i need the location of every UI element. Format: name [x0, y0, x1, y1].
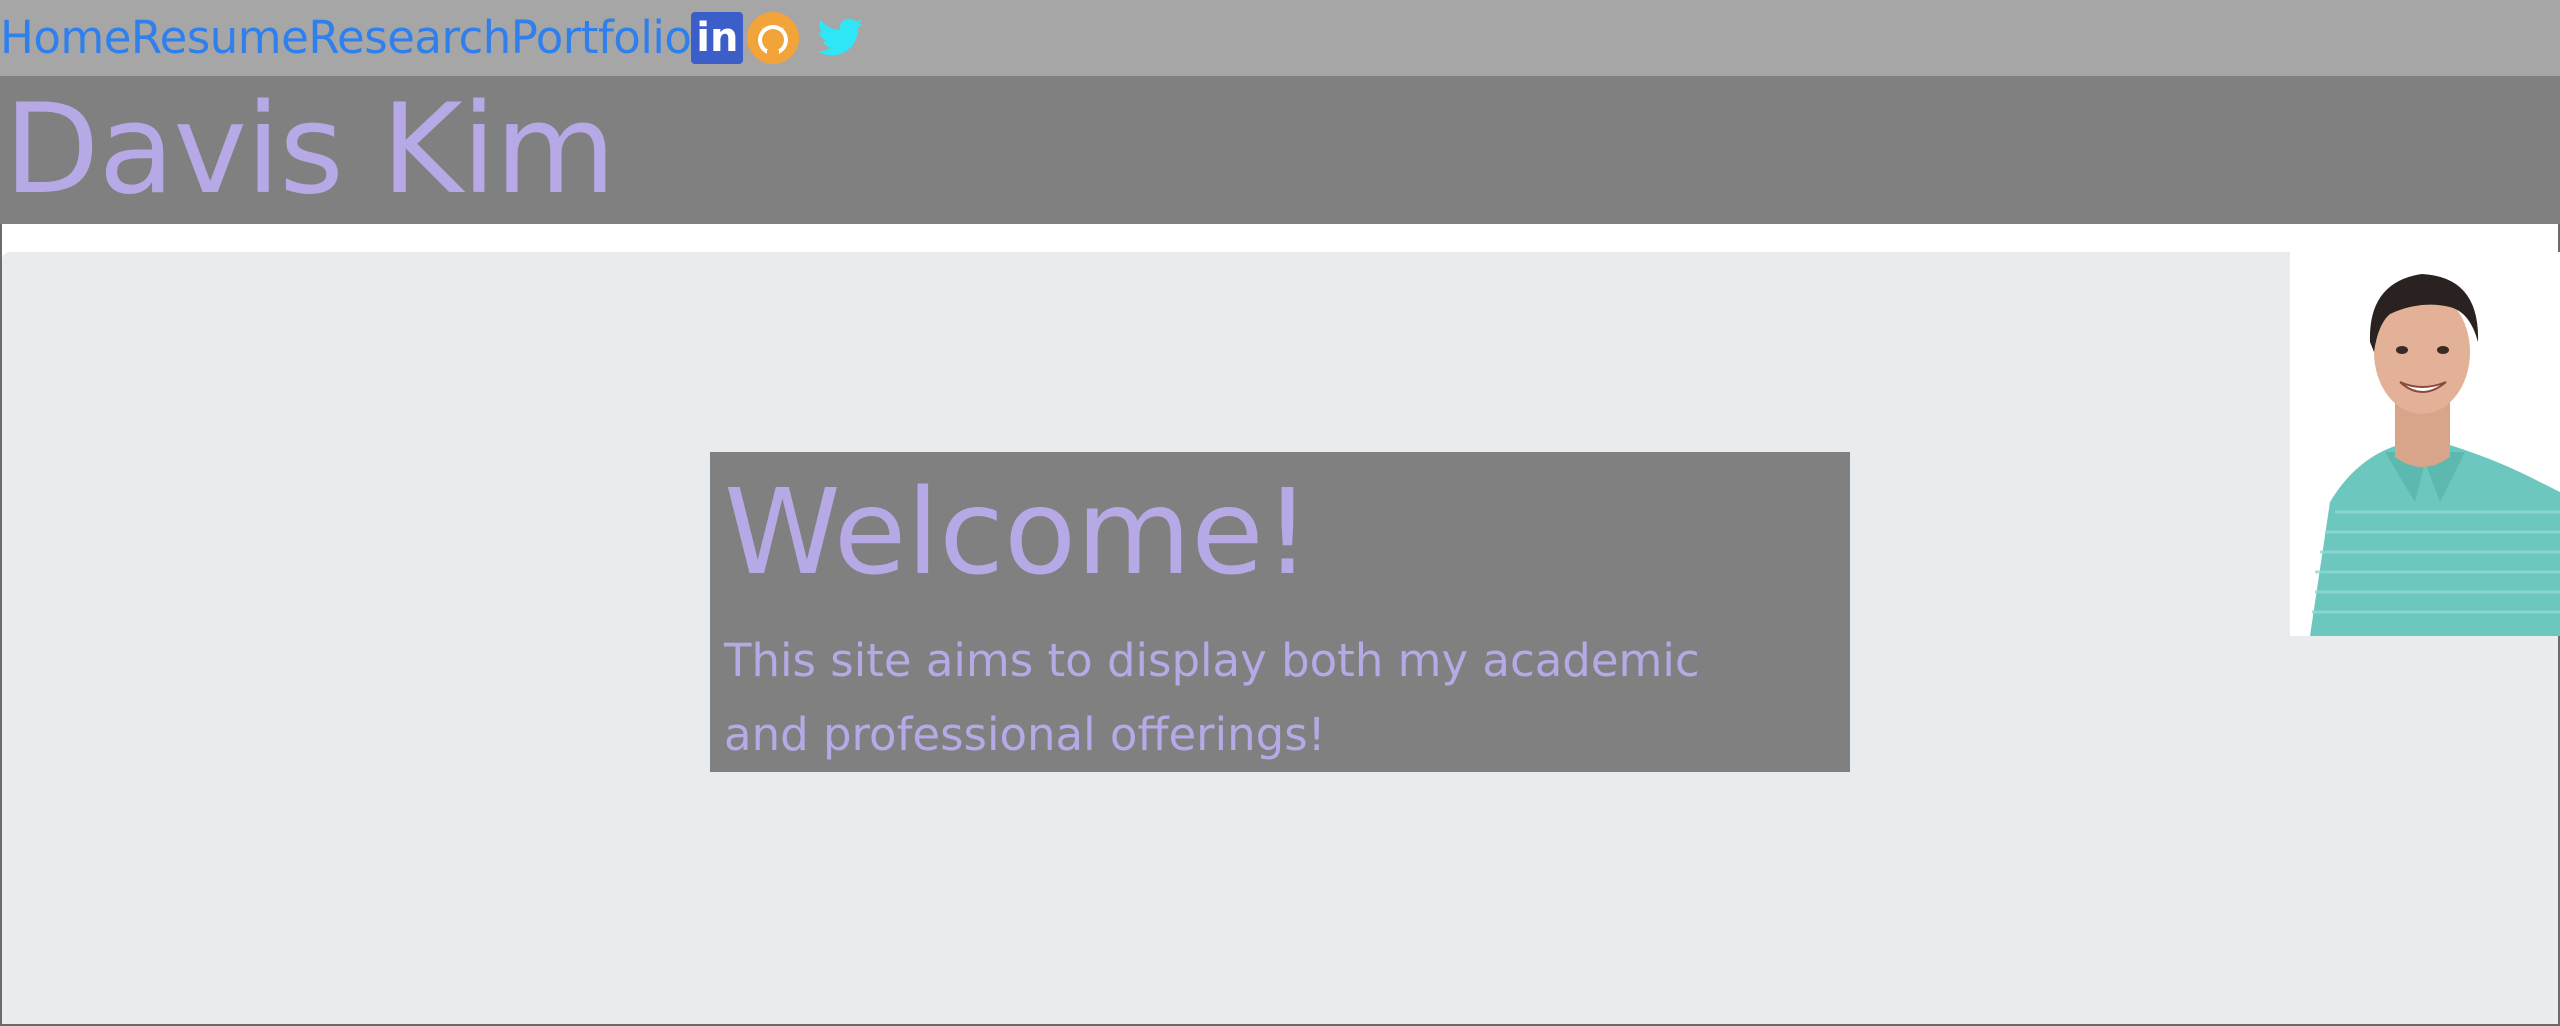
- profile-photo-illustration: [2290, 252, 2560, 636]
- twitter-icon[interactable]: [813, 10, 869, 66]
- social-links: in: [691, 0, 869, 76]
- main-panel-extension: [2290, 636, 2558, 1024]
- linkedin-icon-label: in: [696, 15, 739, 61]
- github-icon[interactable]: [745, 10, 801, 66]
- nav-link-portfolio[interactable]: Portfolio: [511, 0, 692, 76]
- profile-photo: [2290, 252, 2560, 636]
- nav-link-resume[interactable]: Resume: [131, 0, 309, 76]
- welcome-title: Welcome!: [724, 463, 1312, 601]
- site-name: Davis Kim: [4, 78, 616, 222]
- linkedin-icon[interactable]: in: [691, 12, 744, 64]
- top-navbar: Home Resume Research Portfolio in: [0, 0, 2560, 76]
- nav-link-research[interactable]: Research: [308, 0, 511, 76]
- welcome-text: This site aims to display both my academ…: [724, 634, 1700, 761]
- welcome-box: Welcome! This site aims to display both …: [710, 452, 1850, 772]
- nav-link-home[interactable]: Home: [0, 0, 131, 76]
- site-header: Davis Kim: [0, 76, 2560, 224]
